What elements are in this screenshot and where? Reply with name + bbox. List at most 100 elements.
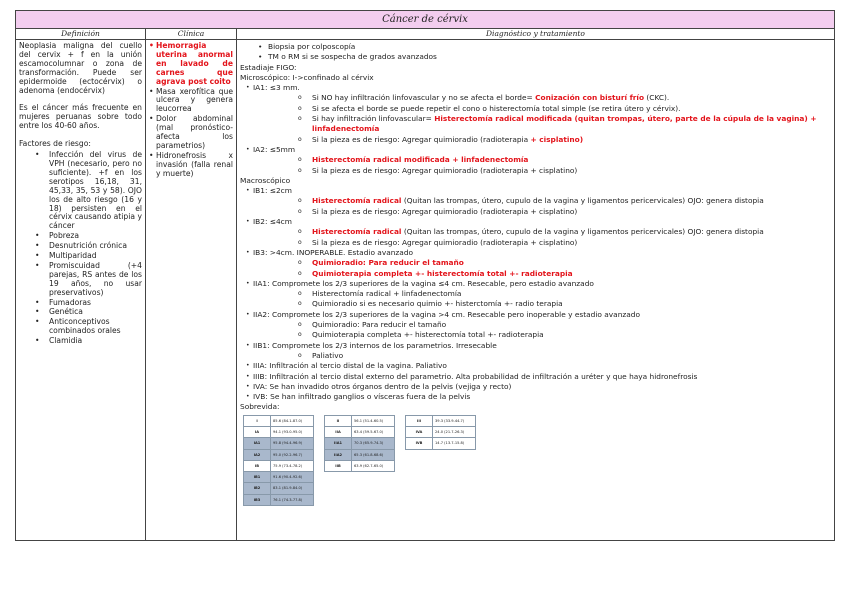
stage-cell: I [243, 414, 271, 427]
line-text: Si la pieza es de riesgo: Agregar quimio… [312, 165, 578, 175]
line-text: (Quitan las trompas, útero, cupulo de la… [401, 227, 764, 237]
survival-value-cell: 91.6 (90.4-92.6) [270, 471, 314, 484]
risk-factor-item: Clamidia [19, 336, 142, 346]
line-text: Si la pieza es de riesgo: Agregar quimio… [312, 134, 531, 144]
header-diagnostico: Diagnóstico y tratamiento [237, 29, 834, 40]
survival-row: IA 94.1 (93.0-95.0) [243, 425, 314, 439]
line-text: IIA2: Compromete los 2/3 superiores de l… [253, 309, 641, 319]
treatment-highlight: Histerectomía radical modificada + linfa… [312, 155, 529, 165]
survival-value-cell: 76.1 (74.3-77.8) [270, 493, 314, 507]
diagnosis-line: Histerectomía radical (Quitan las trompa… [240, 227, 831, 238]
diagnosis-line: IVA: Se han invadido otros órganos dentr… [240, 381, 831, 393]
line-text: IIIB: Infiltración al tercio distal exte… [253, 371, 698, 381]
diagnosis-line: IB2: ≤4cm [240, 217, 831, 228]
diagnosis-line: Microscópico: I->confinado al cérvix [240, 73, 831, 83]
stage-cell: IB1 [243, 471, 271, 484]
survival-row: IB3 76.1 (74.3-77.8) [243, 493, 314, 507]
survival-value-cell: 95.8 (94.4-96.9) [270, 437, 314, 450]
line-text: IVB: Se han infiltrado ganglios o víscer… [253, 392, 471, 402]
line-text: IB2: ≤4cm [253, 217, 292, 227]
diagnosis-line: Si NO hay infiltración linfovascular y n… [240, 93, 831, 104]
diagnosis-line: IIA1: Compromete los 2/3 superiores de l… [240, 278, 831, 290]
diagnosis-line: IA2: ≤5mm [240, 145, 831, 156]
survival-row: IB1 91.6 (90.4-92.6) [243, 471, 314, 484]
column-clinica: Clínica Hemorragia uterina anormal en la… [146, 29, 237, 540]
treatment-highlight: Conización con bisturí frío [535, 93, 645, 103]
survival-value-cell: 14.7 (13.7-15.8) [432, 437, 476, 450]
survival-row: IVA 24.0 (21.7-26.3) [405, 425, 476, 439]
treatment-highlight: + cisplatino) [530, 134, 584, 144]
survival-row: I 85.6 (84.1-87.0) [243, 414, 314, 427]
line-text: Histerectomía radical + linfadenectomía [312, 289, 462, 299]
line-text: IB3: >4cm. INOPERABLE. Estadio avanzado [253, 247, 414, 257]
diagnosis-line: IA1: ≤3 mm. [240, 83, 831, 94]
diagnosis-line: IIIA: Infiltración al tercio distal de l… [240, 361, 831, 372]
diagnosis-list: Biopsia por colposcopíaTM o RM si se sos… [240, 42, 831, 413]
line-text: Si la pieza es de riesgo: Agregar quimio… [312, 206, 578, 216]
survival-row: IVB 14.7 (13.7-15.8) [405, 437, 476, 450]
risk-factors-list: Infección del virus de VPH (necesario, p… [19, 150, 142, 346]
column-definicion: Definición Neoplasia maligna del cuello … [16, 29, 146, 540]
survival-value-cell: 83.1 (81.9-84.0) [270, 482, 314, 495]
stage-cell: IA2 [243, 448, 271, 461]
survival-value-cell: 63.4 (59.5-67.0) [351, 425, 395, 439]
line-text: Quimioterapia completa +- histerectomía … [312, 330, 544, 340]
survival-value-cell: 70.3 (65.9-74.3) [351, 437, 395, 450]
diagnosis-line: Si la pieza es de riesgo: Agregar quimio… [240, 238, 831, 249]
line-text: IVA: Se han invadido otros órganos dentr… [253, 381, 512, 391]
survival-table: I 85.6 (84.1-87.0) IA 94.1 (93.0-95.0) IA1 95… [243, 414, 314, 507]
diagnosis-line: Estadiaje FIGO: [240, 63, 831, 73]
clinical-sign-item: Dolor abdominal (mal pronóstico- afecta … [149, 114, 233, 151]
line-text: (CKC). [644, 93, 670, 103]
diagnosis-line: Quimioradio: Para reducir el tamaño [240, 320, 831, 331]
stage-cell: IB [243, 459, 271, 473]
clinical-sign-item: Masa xerofítica que ulcera y genera leuc… [149, 87, 233, 115]
header-clinica: Clínica [146, 29, 236, 40]
line-text: Sobrevida: [240, 402, 280, 412]
diagnosis-line: Paliativo [240, 351, 831, 362]
diagnosis-line: IIB1: Compromete los 2/3 internos de los… [240, 341, 831, 352]
survival-row: IB 75.9 (73.4-78.2) [243, 459, 314, 473]
survival-value-cell: 85.6 (84.1-87.0) [270, 414, 314, 427]
survival-row: IIA2 65.3 (61.8-68.6) [324, 448, 395, 461]
diagnosis-line: Si la pieza es de riesgo: Agregar quimio… [240, 165, 831, 177]
definition-text: Neoplasia maligna del cuello del cervix … [19, 41, 142, 95]
survival-value-cell: 24.0 (21.7-26.3) [432, 425, 476, 439]
clinical-sign-item: Hemorragia uterina anormal en lavado de … [149, 41, 233, 87]
document-title: Cáncer de cérvix [16, 11, 834, 29]
summary-table: Cáncer de cérvix Definición Neoplasia ma… [15, 10, 835, 541]
line-text: Estadiaje FIGO: [240, 62, 297, 72]
risk-factor-item: Multiparidad [19, 251, 142, 261]
diagnosis-line: IIIB: Infiltración al tercio distal exte… [240, 371, 831, 383]
survival-row: IA2 95.0 (92.2-96.7) [243, 448, 314, 461]
diagnosis-line: Quimioterapia completa +- histerectomía … [240, 268, 831, 280]
diagnosis-line: Quimioradio: Para reducir el tamaño [240, 258, 831, 269]
stage-cell: IVA [405, 425, 433, 439]
line-text: IB1: ≤2cm [253, 186, 292, 196]
survival-value-cell: 63.9 (62.7-65.0) [351, 459, 395, 473]
survival-tables: I 85.6 (84.1-87.0) IA 94.1 (93.0-95.0) IA1 95… [243, 414, 831, 507]
line-text: Microscópico: I->confinado al cérvix [240, 72, 374, 82]
line-text: IIA1: Compromete los 2/3 superiores de l… [253, 278, 594, 288]
survival-row: IIA 63.4 (59.5-67.0) [324, 425, 395, 439]
treatment-highlight: Quimioterapia completa +- histerectomía … [312, 268, 573, 278]
survival-value-cell: 56.1 (51.4-60.5) [351, 414, 395, 427]
survival-value-cell: 94.1 (93.0-95.0) [270, 425, 314, 439]
survival-table: III 39.3 (33.9-44.7) IVA 24.0 (21.7-26.3) IV… [405, 414, 476, 450]
diagnosis-line: Macroscópico [240, 176, 831, 186]
survival-value-cell: 95.0 (92.2-96.7) [270, 448, 314, 461]
epidemiology-text: Es el cáncer más frecuente en mujeres pe… [19, 103, 142, 131]
risk-factor-item: Genética [19, 308, 142, 318]
survival-row: II 56.1 (51.4-60.5) [324, 414, 395, 427]
line-text: Quimioradio si es necesario quimio +- hi… [312, 299, 563, 309]
line-text: Macroscópico [240, 175, 291, 185]
stage-cell: IIA1 [324, 437, 352, 450]
risk-factor-item: Anticonceptivos combinados orales [19, 317, 142, 336]
line-text: Si se afecta el borde se puede repetir e… [312, 103, 681, 113]
survival-value-cell: 39.3 (33.9-44.7) [432, 414, 476, 427]
diagnosis-line: Histerectomía radical modificada + linfa… [240, 155, 831, 166]
header-definicion: Definición [16, 29, 145, 40]
diagnosis-line: IIA2: Compromete los 2/3 superiores de l… [240, 309, 831, 321]
diagnosis-line: Si la pieza es de riesgo: Agregar quimio… [240, 134, 831, 146]
diagnosis-line: IVB: Se han infiltrado ganglios o víscer… [240, 392, 831, 403]
